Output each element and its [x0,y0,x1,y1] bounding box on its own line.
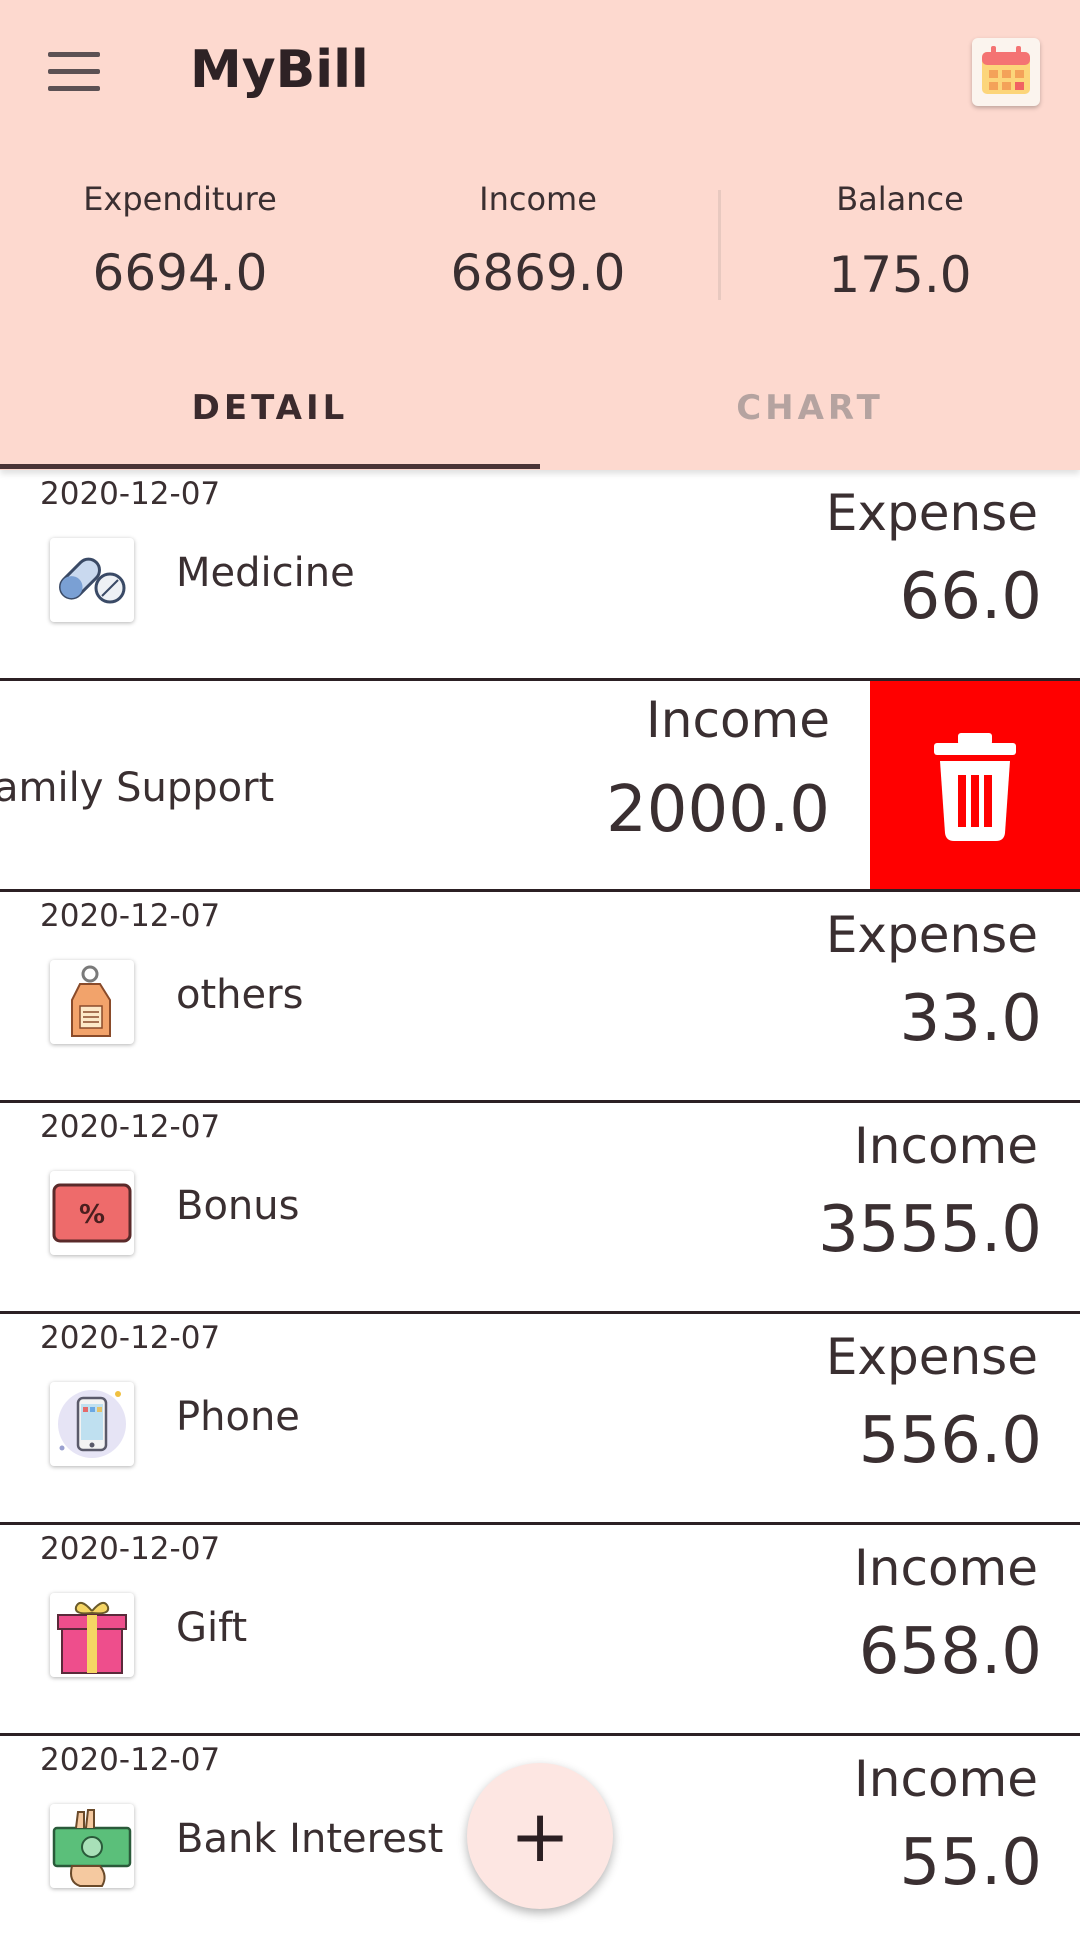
record-type: Income [854,1117,1038,1175]
balance-value: 175.0 [828,246,972,304]
svg-text:%: % [79,1200,105,1230]
income-summary: Income 6869.0 [408,180,668,302]
record-type: Expense [825,1328,1038,1386]
tab-indicator [0,464,540,469]
expenditure-value: 6694.0 [92,244,268,302]
balance-label: Balance [836,180,964,218]
list-item[interactable]: 2020-12-07 others Expense 33.0 [0,892,1080,1103]
record-amount: 55.0 [899,1826,1043,1900]
cash-icon [50,1804,134,1888]
record-type: Income [854,1750,1038,1808]
expenditure-summary: Expenditure 6694.0 [50,180,310,302]
record-name: Phone [176,1394,300,1440]
expenditure-label: Expenditure [83,180,277,218]
tag-icon [50,960,134,1044]
summary-divider [718,190,721,300]
record-date: 2020-12-07 [40,1320,221,1356]
delete-button[interactable] [870,681,1080,889]
calendar-icon[interactable] [972,38,1040,106]
record-name: Bank Interest [176,1816,444,1862]
tab-chart[interactable]: CHART [540,388,1080,428]
record-type: Income [854,1539,1038,1597]
list-item[interactable]: 2020-12-07 Gift Income 658.0 [0,1525,1080,1736]
phone-icon [50,1382,134,1466]
record-name: others [176,972,304,1018]
percent-icon: % [50,1171,134,1255]
record-date: 2020-12-07 [40,476,221,512]
list-item[interactable]: 2020-12-07 % Bonus Income 3555.0 [0,1103,1080,1314]
gift-icon [50,1593,134,1677]
record-name: Bonus [176,1183,300,1229]
list-item[interactable]: amily Support Income 2000.0 [0,678,1080,892]
record-type: Income [646,691,830,749]
balance-summary: Balance 175.0 [770,180,1030,304]
record-date: 2020-12-07 [40,898,221,934]
list-item[interactable]: 2020-12-07 Phone Expense 556.0 [0,1314,1080,1525]
hamburger-menu-icon[interactable] [48,52,100,92]
record-amount: 658.0 [858,1615,1042,1689]
income-value: 6869.0 [450,244,626,302]
trash-icon [934,733,1016,841]
record-date: 2020-12-07 [40,1742,221,1778]
plus-icon: + [509,1794,571,1878]
record-name: Medicine [176,550,355,596]
record-amount: 66.0 [899,560,1043,634]
record-name: Gift [176,1605,248,1651]
tab-detail[interactable]: DETAIL [0,388,540,428]
record-amount: 2000.0 [606,773,830,847]
income-label: Income [479,180,597,218]
record-type: Expense [825,906,1038,964]
record-type: Expense [825,484,1038,542]
record-date: 2020-12-07 [40,1531,221,1567]
app-title: MyBill [190,40,369,100]
record-amount: 33.0 [899,982,1043,1056]
record-name: amily Support [0,765,275,811]
app-bar: MyBill Expenditure 6694.0 Income 6869.0 … [0,0,1080,470]
record-date: 2020-12-07 [40,1109,221,1145]
add-record-button[interactable]: + [467,1763,613,1909]
record-list: 2020-12-07 Medicine Expense 66.0 amily S… [0,470,1080,1944]
pill-icon [50,538,134,622]
list-item[interactable]: 2020-12-07 Medicine Expense 66.0 [0,470,1080,681]
record-amount: 556.0 [858,1404,1042,1478]
record-amount: 3555.0 [818,1193,1042,1267]
